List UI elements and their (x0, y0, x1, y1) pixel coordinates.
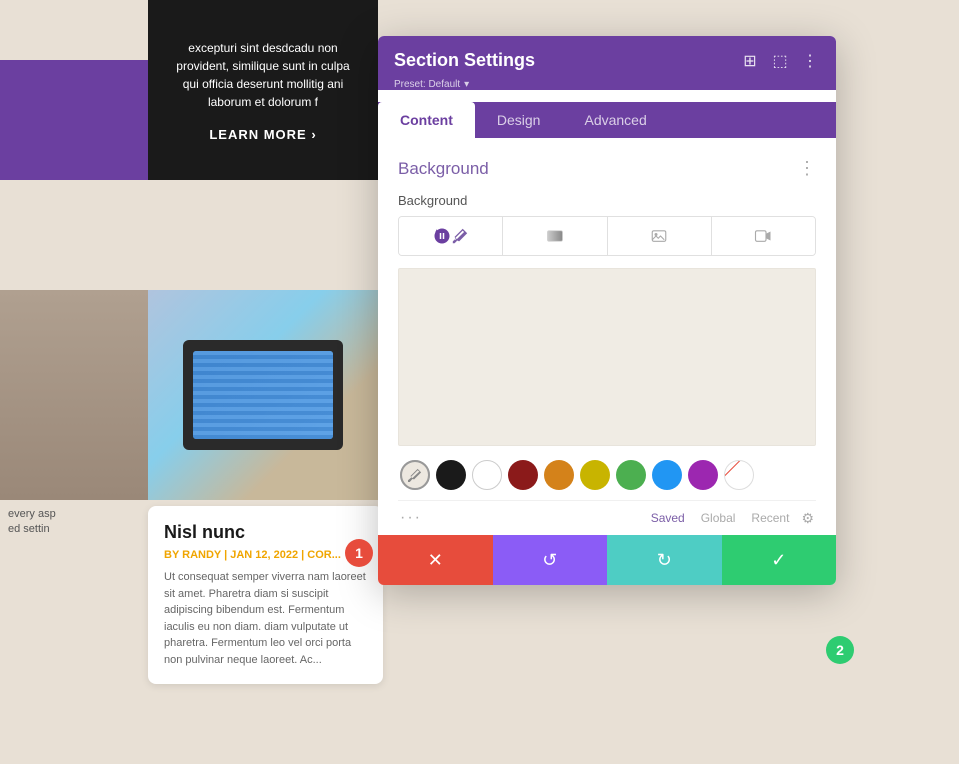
background-section-title: Background (398, 159, 489, 179)
recent-tab[interactable]: Recent (747, 509, 793, 527)
color-settings-icon[interactable]: ⚙ (801, 510, 814, 527)
preset-label: Preset: Default (394, 79, 460, 90)
color-swatches-row (398, 460, 816, 490)
laptop-mockup (183, 340, 343, 450)
grid-icon[interactable]: ⊞ (740, 51, 760, 71)
save-button[interactable]: ✓ (722, 535, 837, 585)
side-text-line-1: every asp (8, 508, 140, 520)
redo-button[interactable]: ↻ (607, 535, 722, 585)
undo-button[interactable]: ↺ (493, 535, 608, 585)
bg-type-gradient[interactable] (503, 217, 607, 255)
panel-title: Section Settings (394, 50, 535, 71)
green-swatch[interactable] (616, 460, 646, 490)
panel-header-top: Section Settings ⊞ ⬚ ⋮ (394, 50, 820, 71)
panel-tabs: Content Design Advanced (378, 102, 836, 138)
dark-red-swatch[interactable] (508, 460, 538, 490)
saved-tab[interactable]: Saved (647, 509, 689, 527)
bg-type-color[interactable] (399, 217, 503, 255)
bg-type-tabs (398, 216, 816, 256)
panel-preset[interactable]: Preset: Default ▾ (394, 79, 820, 90)
dark-content-panel: excepturi sint desdcadu non provident, s… (148, 0, 378, 180)
color-tabs-right: Saved Global Recent ⚙ (647, 509, 814, 527)
panel-body: Background ⋮ Background (378, 138, 836, 535)
background-label: Background (398, 193, 816, 208)
columns-icon[interactable]: ⬚ (770, 51, 790, 71)
side-text-area: every asp ed settin (0, 500, 148, 546)
badge-2: 2 (826, 636, 854, 664)
blue-swatch[interactable] (652, 460, 682, 490)
bg-type-image[interactable] (608, 217, 712, 255)
panel-actions: ✕ ↺ ↻ ✓ (378, 535, 836, 585)
custom-color-swatch[interactable] (724, 460, 754, 490)
purple-swatch[interactable] (688, 460, 718, 490)
tab-content[interactable]: Content (378, 102, 475, 138)
panel-header: Section Settings ⊞ ⬚ ⋮ Preset: Default ▾ (378, 36, 836, 90)
image-icon (650, 227, 668, 245)
side-text-line-2: ed settin (8, 523, 140, 535)
color-tab-dots[interactable]: ··· (400, 509, 422, 527)
tab-design[interactable]: Design (475, 102, 563, 138)
eyedropper-swatch[interactable] (400, 460, 430, 490)
color-tabs-row: ··· Saved Global Recent ⚙ (398, 500, 816, 535)
tab-advanced[interactable]: Advanced (562, 102, 668, 138)
settings-panel: Section Settings ⊞ ⬚ ⋮ Preset: Default ▾… (378, 36, 836, 585)
black-swatch[interactable] (436, 460, 466, 490)
more-options-icon[interactable]: ⋮ (800, 51, 820, 71)
background-section-menu-icon[interactable]: ⋮ (798, 158, 816, 179)
bg-type-video[interactable] (712, 217, 815, 255)
background-section-header: Background ⋮ (398, 158, 816, 179)
blog-card-meta: BY RANDY | JAN 12, 2022 | COR... (164, 549, 367, 561)
learn-more-button[interactable]: LEARN MORE › (209, 127, 316, 142)
dark-panel-text: excepturi sint desdcadu non provident, s… (168, 39, 358, 111)
eyedropper-tab-icon (451, 227, 469, 245)
blog-card: Nisl nunc BY RANDY | JAN 12, 2022 | COR.… (148, 506, 383, 684)
transparent-swatch[interactable] (472, 460, 502, 490)
laptop-image-card (148, 290, 378, 500)
person-card (0, 290, 148, 500)
blog-card-title: Nisl nunc (164, 522, 367, 543)
color-icon (433, 227, 451, 245)
blog-card-text: Ut consequat semper viverra nam laoreet … (164, 569, 367, 668)
yellow-swatch[interactable] (580, 460, 610, 490)
global-tab[interactable]: Global (697, 509, 740, 527)
orange-swatch[interactable] (544, 460, 574, 490)
cancel-button[interactable]: ✕ (378, 535, 493, 585)
badge-1: 1 (345, 539, 373, 567)
video-icon (754, 227, 772, 245)
preset-arrow-icon: ▾ (464, 79, 469, 90)
bg-color-preview (398, 268, 816, 446)
panel-header-icons: ⊞ ⬚ ⋮ (740, 51, 820, 71)
blue-accent-box (0, 60, 150, 180)
eyedropper-icon (408, 468, 422, 482)
gradient-icon (546, 227, 564, 245)
